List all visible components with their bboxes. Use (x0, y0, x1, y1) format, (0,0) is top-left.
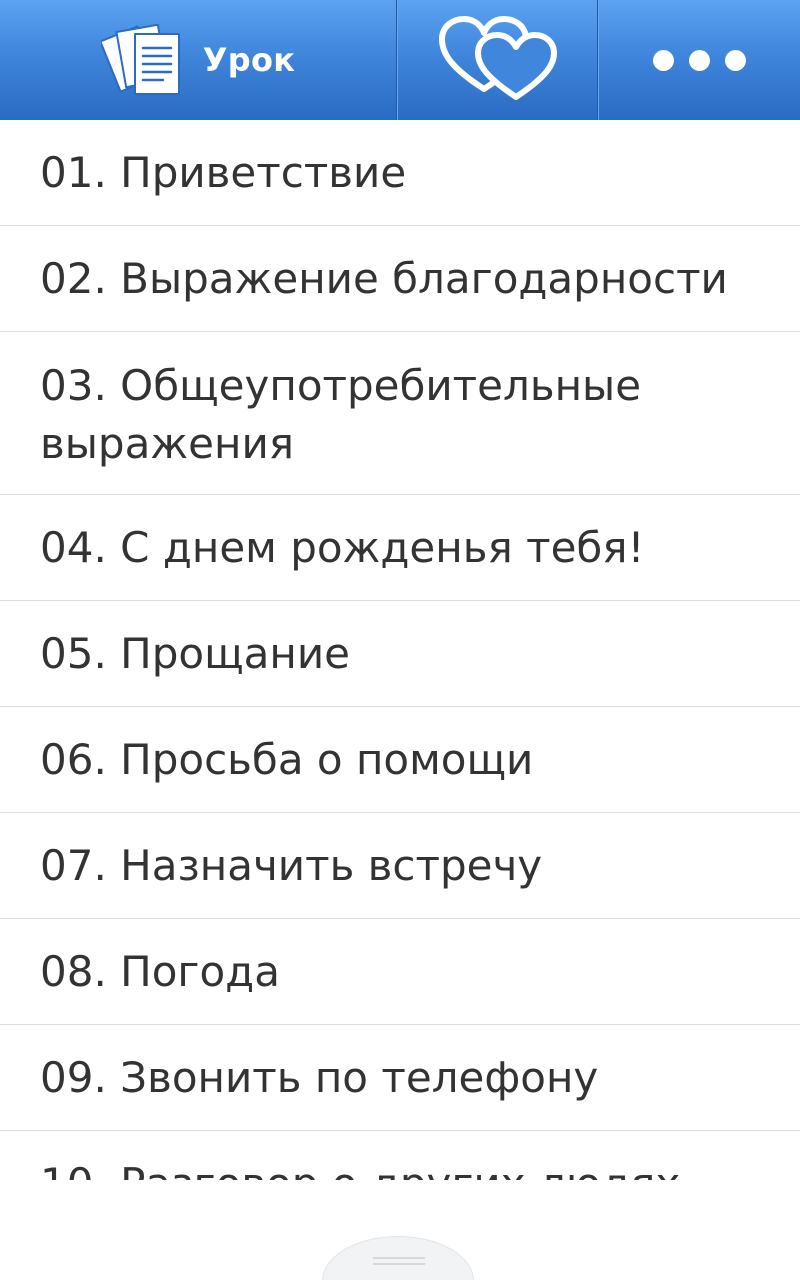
lesson-title: 07. Назначить встречу (40, 840, 543, 890)
list-item[interactable]: 07. Назначить встречу (0, 813, 800, 919)
lesson-tab[interactable]: Урок (0, 0, 396, 120)
list-item[interactable]: 09. Звонить по телефону (0, 1025, 800, 1131)
lesson-title: 10. Разговор о других людях (40, 1155, 680, 1181)
list-item[interactable]: 04. С днем рожденья тебя! (0, 495, 800, 601)
dot (688, 49, 710, 71)
overflow-dots-icon (652, 49, 746, 71)
list-item[interactable]: 08. Погода (0, 919, 800, 1025)
document-icon (99, 18, 185, 102)
list-item[interactable]: 01. Приветствие (0, 120, 800, 226)
list-item[interactable]: 10. Разговор о других людях (0, 1131, 800, 1181)
favorites-button[interactable] (398, 0, 597, 120)
app-screen: Урок 01. Приветствие 02. Выражение благо… (0, 0, 800, 1280)
lesson-list[interactable]: 01. Приветствие 02. Выражение благодарно… (0, 120, 800, 1180)
dot (724, 49, 746, 71)
more-options-button[interactable] (599, 0, 800, 120)
list-item[interactable]: 05. Прощание (0, 601, 800, 707)
lesson-title: 01. Приветствие (40, 147, 407, 197)
lesson-title: 09. Звонить по телефону (40, 1052, 599, 1102)
list-item[interactable]: 02. Выражение благодарности (0, 226, 800, 332)
lesson-title: 08. Погода (40, 946, 280, 996)
grip-line (373, 1257, 425, 1259)
lesson-title: 04. С днем рожденья тебя! (40, 522, 645, 572)
top-toolbar: Урок (0, 0, 800, 120)
grip-line (373, 1263, 425, 1265)
dot (652, 49, 674, 71)
lesson-tab-label: Урок (202, 41, 296, 79)
lesson-title: 05. Прощание (40, 628, 350, 678)
lesson-title: 06. Просьба о помощи (40, 734, 534, 784)
lesson-title: 03. Общеупотребительные выражения (40, 361, 642, 468)
list-item[interactable]: 06. Просьба о помощи (0, 707, 800, 813)
lesson-title: 02. Выражение благодарности (40, 253, 728, 303)
hearts-icon (436, 15, 560, 105)
list-item[interactable]: 03. Общеупотребительные выражения (0, 332, 800, 495)
